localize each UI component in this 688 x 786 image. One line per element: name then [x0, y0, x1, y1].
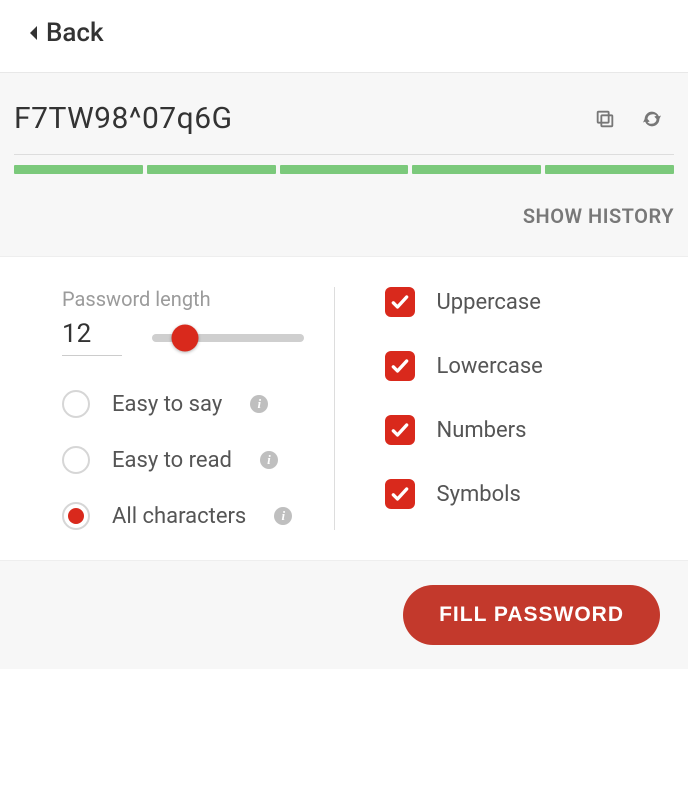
info-icon[interactable]: i: [274, 507, 292, 525]
back-label: Back: [46, 18, 104, 48]
mode-option-easy-to-say[interactable]: Easy to say i: [62, 390, 304, 418]
strength-segment: [412, 165, 541, 174]
options-right: Uppercase Lowercase Numbers Symbols: [335, 287, 627, 530]
mode-option-all-characters[interactable]: All characters i: [62, 502, 304, 530]
password-actions: [594, 108, 674, 130]
radio-icon: [62, 390, 90, 418]
show-history-button[interactable]: SHOW HISTORY: [14, 204, 674, 228]
charset-label: Numbers: [437, 418, 527, 443]
charset-symbols[interactable]: Symbols: [385, 479, 627, 509]
copy-icon: [594, 108, 616, 130]
strength-segment: [14, 165, 143, 174]
length-slider[interactable]: [152, 323, 304, 353]
copy-button[interactable]: [594, 108, 616, 130]
slider-thumb[interactable]: [172, 324, 199, 351]
app-root: Back F7TW98^07q6G: [0, 0, 688, 669]
charset-uppercase[interactable]: Uppercase: [385, 287, 627, 317]
options-panel: Password length 12 Easy to say i Easy to…: [0, 257, 688, 560]
divider: [14, 154, 674, 155]
check-icon: [390, 356, 410, 376]
info-icon[interactable]: i: [250, 395, 268, 413]
checkbox-checked-icon: [385, 351, 415, 381]
checkbox-checked-icon: [385, 415, 415, 445]
mode-label: Easy to read: [112, 448, 232, 473]
check-icon: [390, 484, 410, 504]
radio-icon: [62, 446, 90, 474]
charset-label: Symbols: [437, 482, 521, 507]
options-left: Password length 12 Easy to say i Easy to…: [62, 287, 335, 530]
refresh-icon: [640, 108, 664, 130]
length-row: 12: [62, 319, 304, 356]
strength-segment: [147, 165, 276, 174]
regenerate-button[interactable]: [640, 108, 664, 130]
password-display-row: F7TW98^07q6G: [14, 101, 674, 150]
checkbox-checked-icon: [385, 287, 415, 317]
header: Back: [0, 0, 688, 73]
check-icon: [390, 420, 410, 440]
checkbox-checked-icon: [385, 479, 415, 509]
mode-label: Easy to say: [112, 392, 222, 417]
strength-segment: [280, 165, 409, 174]
back-button[interactable]: Back: [28, 18, 104, 48]
charset-label: Uppercase: [437, 290, 541, 315]
password-section: F7TW98^07q6G: [0, 73, 688, 257]
charset-lowercase[interactable]: Lowercase: [385, 351, 627, 381]
radio-icon: [62, 502, 90, 530]
length-value[interactable]: 12: [62, 319, 122, 356]
strength-meter: [14, 165, 674, 174]
strength-segment: [545, 165, 674, 174]
radio-selected-dot: [68, 508, 84, 524]
charset-numbers[interactable]: Numbers: [385, 415, 627, 445]
mode-option-easy-to-read[interactable]: Easy to read i: [62, 446, 304, 474]
info-icon[interactable]: i: [260, 451, 278, 469]
mode-label: All characters: [112, 504, 246, 529]
charset-label: Lowercase: [437, 354, 543, 379]
generated-password: F7TW98^07q6G: [14, 101, 233, 136]
chevron-left-icon: [28, 24, 40, 42]
fill-password-button[interactable]: FILL PASSWORD: [403, 585, 660, 645]
check-icon: [390, 292, 410, 312]
footer: FILL PASSWORD: [0, 560, 688, 669]
length-label: Password length: [62, 287, 304, 311]
